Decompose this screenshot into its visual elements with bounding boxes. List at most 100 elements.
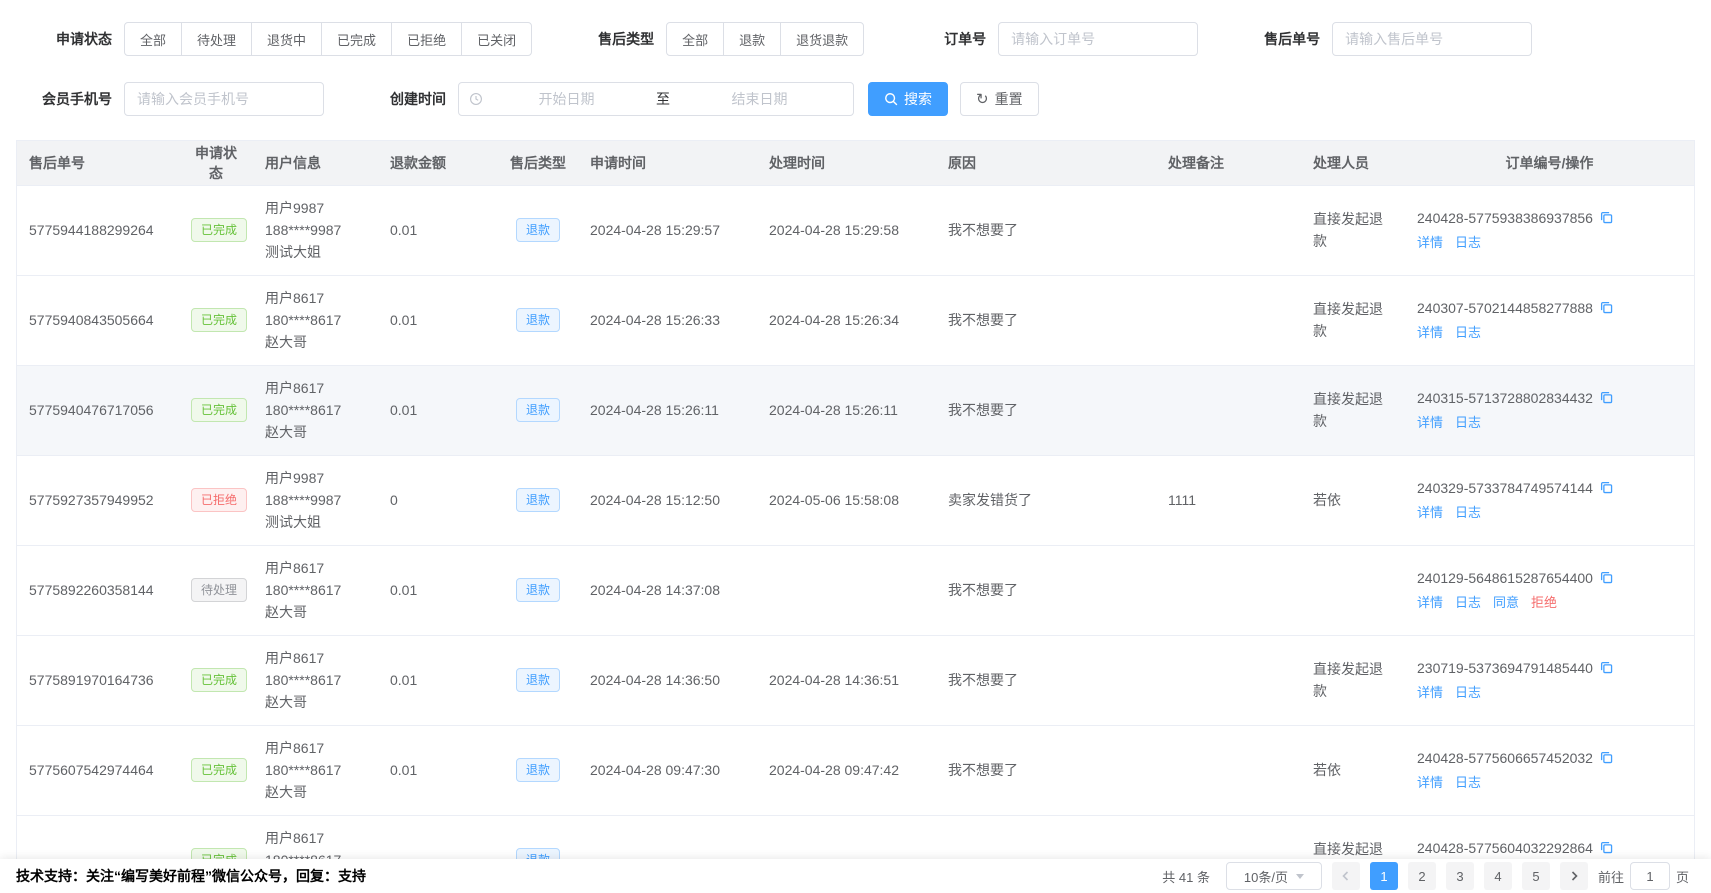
action-log-link[interactable]: 日志 [1455,502,1481,524]
cell-handle-time: 2024-04-28 14:36:51 [757,635,936,725]
user-info-line: 用户9987 [265,197,366,219]
column-header-handle-remark: 处理备注 [1156,141,1301,185]
page-button-4[interactable]: 4 [1484,862,1512,890]
copy-icon[interactable] [1599,210,1614,225]
action-log-link[interactable]: 日志 [1455,412,1481,434]
filter-row-2: 会员手机号 创建时间 至 [36,82,1695,116]
apply-status-option-5[interactable]: 已关闭 [461,22,532,56]
page-button-1[interactable]: 1 [1370,862,1398,890]
cell-user-info: 用户9987188****9987测试大姐 [253,455,378,545]
column-header-order-ops: 订单编号/操作 [1405,141,1694,185]
action-log-link[interactable]: 日志 [1455,322,1481,344]
copy-icon[interactable] [1599,840,1614,855]
chevron-right-icon [1568,870,1580,882]
cell-apply-status: 已完成 [179,365,253,455]
copy-icon[interactable] [1599,660,1614,675]
action-detail-link[interactable]: 详情 [1417,502,1443,524]
action-log-link[interactable]: 日志 [1455,682,1481,704]
prev-page-button[interactable] [1332,862,1360,890]
action-detail-link[interactable]: 详情 [1417,322,1443,344]
action-detail-link[interactable]: 详情 [1417,232,1443,254]
cell-handle-time: 2024-04-28 09:47:42 [757,725,936,815]
end-date-input[interactable] [676,91,843,107]
column-header-reason: 原因 [936,141,1156,185]
page-button-5[interactable]: 5 [1522,862,1550,890]
page-button-3[interactable]: 3 [1446,862,1474,890]
apply-status-option-0[interactable]: 全部 [124,22,182,56]
search-button[interactable]: 搜索 [868,82,948,116]
filter-member-phone: 会员手机号 [36,82,324,116]
date-range-picker[interactable]: 至 [458,82,854,116]
next-page-button[interactable] [1560,862,1588,890]
aftersale-management-page: 申请状态 全部待处理退货中已完成已拒绝已关闭 售后类型 全部退款退货退款 订单号… [0,0,1711,893]
user-info-line: 赵大哥 [265,421,366,443]
copy-icon[interactable] [1599,480,1614,495]
action-detail-link[interactable]: 详情 [1417,682,1443,704]
table-row-0: 5775944188299264已完成用户9987188****9987测试大姐… [17,185,1694,275]
table-row-2: 5775940476717056已完成用户8617180****8617赵大哥0… [17,365,1694,455]
copy-icon[interactable] [1599,750,1614,765]
cell-aftersale-type: 退款 [498,185,578,275]
order-no: 240307-5702144858277888 [1417,297,1593,319]
copy-icon[interactable] [1599,390,1614,405]
cell-reason: 卖家发错货了 [936,455,1156,545]
action-detail-link[interactable]: 详情 [1417,772,1443,794]
chevron-left-icon [1340,870,1352,882]
aftersale-type-option-2[interactable]: 退货退款 [780,22,864,56]
copy-icon[interactable] [1599,300,1614,315]
column-header-refund-amount: 退款金额 [378,141,498,185]
order-no-line: 240315-5713728802834432 [1417,387,1682,409]
action-log-link[interactable]: 日志 [1455,592,1481,614]
cell-order-ops: 240307-5702144858277888 详情日志 [1405,275,1694,365]
cell-order-ops: 240129-5648615287654400详情日志同意拒绝 [1405,545,1694,635]
goto-page-input[interactable] [1630,862,1670,890]
page-number-list: 12345 [1370,862,1550,890]
order-no-line: 240428-5775606657452032 [1417,747,1682,769]
action-detail-link[interactable]: 详情 [1417,592,1443,614]
action-detail-link[interactable]: 详情 [1417,412,1443,434]
copy-icon[interactable] [1599,570,1614,585]
action-approve-link[interactable]: 同意 [1493,592,1519,614]
type-tag: 退款 [516,578,560,602]
status-tag: 已完成 [191,398,247,422]
aftersale-no-input[interactable] [1332,22,1532,56]
cell-aftersale-type: 退款 [498,545,578,635]
page-button-2[interactable]: 2 [1408,862,1436,890]
aftersale-type-option-1[interactable]: 退款 [723,22,781,56]
filter-order-no: 订单号 [910,22,1198,56]
reset-button[interactable]: ↻ 重置 [960,82,1039,116]
page-size-select[interactable]: 10条/页 [1226,862,1322,890]
apply-status-option-4[interactable]: 已拒绝 [391,22,462,56]
order-no: 230719-5373694791485440 [1417,657,1593,679]
cell-apply-status: 已拒绝 [179,455,253,545]
search-button-label: 搜索 [904,89,932,109]
reset-button-label: 重置 [995,89,1023,109]
filter-aftersale-type: 售后类型 全部退款退货退款 [578,22,864,56]
apply-status-option-2[interactable]: 退货中 [251,22,322,56]
cell-handle-remark [1156,185,1301,275]
order-no-input[interactable] [998,22,1198,56]
order-no-line: 240428-5775938386937856 [1417,207,1682,229]
cell-handle-time: 2024-05-06 15:58:08 [757,455,936,545]
start-date-input[interactable] [483,91,650,107]
user-info-line: 188****9987 [265,219,366,241]
member-phone-input[interactable] [124,82,324,116]
cell-order-ops: 240329-5733784749574144详情日志 [1405,455,1694,545]
order-no: 240315-5713728802834432 [1417,387,1593,409]
cell-refund-amount: 0.01 [378,365,498,455]
action-log-link[interactable]: 日志 [1455,232,1481,254]
action-reject-link[interactable]: 拒绝 [1531,592,1557,614]
user-info-line: 用户8617 [265,557,366,579]
table-row-1: 5775940843505664已完成用户8617180****8617赵大哥0… [17,275,1694,365]
pagination: 共 41 条 10条/页 12345 前往 页 [1162,862,1689,890]
row-actions: 详情日志 [1417,682,1682,704]
user-info-line: 用户8617 [265,287,366,309]
aftersale-type-option-0[interactable]: 全部 [666,22,724,56]
refresh-icon: ↻ [976,92,989,107]
action-log-link[interactable]: 日志 [1455,772,1481,794]
apply-status-option-3[interactable]: 已完成 [321,22,392,56]
apply-status-option-1[interactable]: 待处理 [181,22,252,56]
cell-aftersale-no: 5775927357949952 [17,455,179,545]
filter-aftersale-no: 售后单号 [1244,22,1532,56]
user-info-line: 180****8617 [265,399,366,421]
